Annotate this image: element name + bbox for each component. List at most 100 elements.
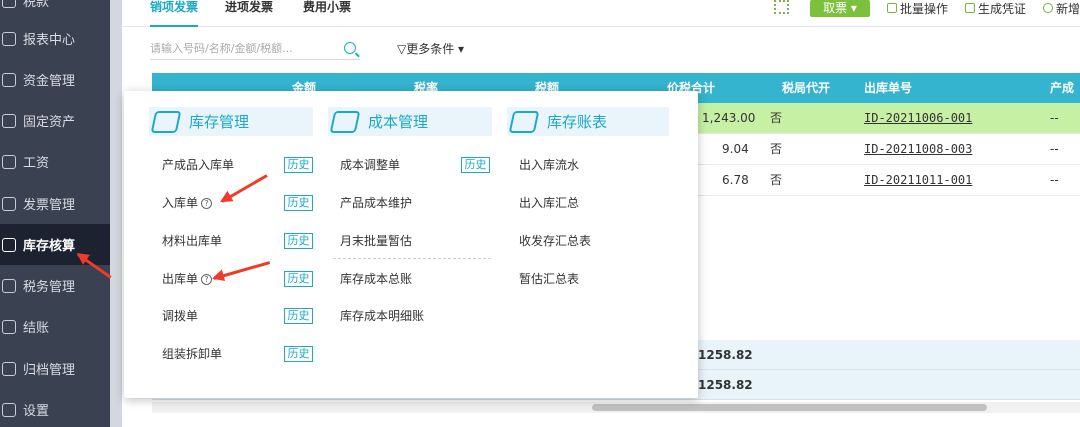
sidebar-item-label: 归档管理 bbox=[23, 363, 76, 378]
cell-product: -- bbox=[1050, 111, 1059, 125]
column-header-out-no[interactable]: 出库单号 bbox=[864, 73, 912, 103]
add-label: 新增 bbox=[1056, 1, 1080, 16]
fetch-ticket-button[interactable]: 取票 ▾ bbox=[810, 0, 870, 17]
menu-column-title: 库存账表 bbox=[547, 113, 608, 131]
out-no-link[interactable]: ID-20211008-003 bbox=[864, 134, 972, 165]
menu-item-cost-general-ledger[interactable]: 库存成本总账 bbox=[340, 271, 412, 287]
menu-item-inout-summary[interactable]: 出入库汇总 bbox=[519, 195, 579, 211]
sidebar-item-label: 发票管理 bbox=[23, 198, 76, 213]
cell-agent: 否 bbox=[770, 111, 783, 125]
sidebar-item-label: 库存核算 bbox=[23, 239, 76, 254]
menu-item-outbound[interactable]: 出库单? bbox=[162, 271, 213, 287]
qrcode-icon[interactable] bbox=[774, 0, 789, 14]
history-button[interactable]: 历史 bbox=[461, 157, 490, 173]
cell-total: 9.04 bbox=[722, 142, 749, 156]
menu-item-product-cost[interactable]: 产品成本维护 bbox=[340, 195, 412, 211]
menu-column-title: 库存管理 bbox=[189, 113, 250, 131]
column-header-agent[interactable]: 税局代开 bbox=[782, 73, 830, 103]
inventory-icon bbox=[150, 110, 182, 133]
tab-sales-invoice[interactable]: 销项发票 bbox=[150, 0, 199, 27]
report-icon bbox=[508, 110, 540, 133]
batch-operation-label: 批量操作 bbox=[900, 1, 949, 16]
wallet-icon bbox=[2, 154, 16, 169]
tax-icon bbox=[2, 278, 16, 293]
sidebar-item-closing[interactable]: 结账 bbox=[0, 306, 110, 347]
cell-total: 6.78 bbox=[722, 173, 749, 187]
sidebar-item-label: 税款 bbox=[23, 0, 50, 10]
warehouse-icon bbox=[2, 237, 16, 252]
voucher-icon bbox=[965, 3, 975, 13]
menu-column-cost-management: 成本管理 bbox=[328, 107, 492, 136]
tab-expense-receipt[interactable]: 费用小票 bbox=[303, 0, 351, 27]
cell-total: 1,243.00 bbox=[702, 111, 756, 125]
building-icon bbox=[2, 113, 16, 128]
menu-item-label: 入库单 bbox=[162, 196, 199, 210]
generate-voucher-button[interactable]: 生成凭证 bbox=[965, 0, 1026, 16]
help-icon[interactable]: ? bbox=[201, 198, 213, 209]
column-header-product[interactable]: 产成 bbox=[1050, 73, 1074, 103]
sidebar-item-inventory[interactable]: 库存核算 bbox=[0, 224, 110, 265]
sidebar-item-label: 报表中心 bbox=[23, 33, 76, 48]
sum-total: 1258.82 bbox=[698, 378, 753, 392]
money-icon bbox=[2, 72, 16, 87]
home-icon bbox=[2, 0, 16, 8]
invoice-icon bbox=[2, 196, 16, 211]
history-button[interactable]: 历史 bbox=[284, 233, 313, 249]
tab-purchase-invoice[interactable]: 进项发票 bbox=[225, 0, 273, 27]
sidebar-item-tax-management[interactable]: 税务管理 bbox=[0, 265, 110, 306]
inventory-menu-popup: 库存管理 产成品入库单 历史 入库单? 历史 材料出库单 历史 出库单? 历史 … bbox=[124, 91, 698, 398]
menu-item-estimate-summary[interactable]: 暂估汇总表 bbox=[519, 271, 579, 287]
sidebar-item-archive[interactable]: 归档管理 bbox=[0, 348, 110, 389]
menu-item-transfer[interactable]: 调拨单 bbox=[162, 308, 198, 324]
sidebar-item-label: 税务管理 bbox=[23, 280, 76, 295]
menu-item-cost-detail-ledger[interactable]: 库存成本明细账 bbox=[340, 308, 424, 324]
menu-item-assembly[interactable]: 组装拆卸单 bbox=[162, 346, 222, 362]
out-no-link[interactable]: ID-20211011-001 bbox=[864, 165, 972, 196]
search-input[interactable]: 请输入号码/名称/金额/税额... bbox=[150, 38, 360, 60]
menu-item-inbound[interactable]: 入库单? bbox=[162, 195, 213, 211]
sidebar-item-funds[interactable]: 资金管理 bbox=[0, 59, 110, 100]
sidebar-item-report-center[interactable]: 报表中心 bbox=[0, 18, 110, 59]
history-button[interactable]: 历史 bbox=[284, 308, 313, 324]
history-button[interactable]: 历史 bbox=[284, 157, 313, 173]
menu-column-title: 成本管理 bbox=[368, 113, 429, 131]
sidebar-item-salary[interactable]: 工资 bbox=[0, 141, 110, 182]
menu-item-finished-goods-inbound[interactable]: 产成品入库单 bbox=[162, 157, 234, 173]
menu-divider bbox=[333, 258, 491, 259]
cost-icon bbox=[329, 110, 361, 133]
chart-icon bbox=[2, 31, 16, 46]
cell-agent: 否 bbox=[770, 142, 783, 156]
lock-icon bbox=[2, 319, 16, 334]
menu-column-inventory-management: 库存管理 bbox=[149, 107, 313, 136]
more-filters-button[interactable]: ▽更多条件 ▾ bbox=[397, 40, 464, 57]
sidebar-item-invoice[interactable]: 发票管理 bbox=[0, 183, 110, 224]
history-button[interactable]: 历史 bbox=[284, 195, 313, 211]
add-button[interactable]: 新增 bbox=[1043, 0, 1080, 16]
out-no-link[interactable]: ID-20211006-001 bbox=[864, 103, 972, 134]
cell-agent: 否 bbox=[770, 173, 783, 187]
history-button[interactable]: 历史 bbox=[284, 271, 313, 287]
sidebar-item-settings[interactable]: 设置 bbox=[0, 389, 110, 427]
sidebar-item-label: 工资 bbox=[23, 156, 50, 171]
sidebar: 税款 报表中心 资金管理 固定资产 工资 发票管理 库存核算 税务管理 结账 归… bbox=[0, 0, 110, 427]
menu-item-stock-summary[interactable]: 收发存汇总表 bbox=[519, 233, 591, 249]
horizontal-scrollbar[interactable] bbox=[592, 404, 987, 411]
menu-item-inout-flow[interactable]: 出入库流水 bbox=[519, 157, 579, 173]
sidebar-item-fixed-assets[interactable]: 固定资产 bbox=[0, 100, 110, 141]
menu-item-month-end-estimate[interactable]: 月末批量暂估 bbox=[340, 233, 412, 249]
gear-icon bbox=[2, 402, 16, 417]
sidebar-divider bbox=[110, 0, 122, 427]
menu-item-label: 出库单 bbox=[162, 272, 199, 286]
plus-icon bbox=[1043, 3, 1053, 13]
history-button[interactable]: 历史 bbox=[284, 346, 313, 362]
sidebar-item-label: 固定资产 bbox=[23, 115, 76, 130]
search-icon[interactable] bbox=[344, 42, 356, 54]
filter-icon: ▽ bbox=[397, 42, 407, 56]
batch-icon bbox=[887, 3, 897, 13]
sidebar-item-label: 资金管理 bbox=[23, 74, 76, 89]
batch-operation-button[interactable]: 批量操作 bbox=[887, 0, 948, 16]
menu-column-inventory-reports: 库存账表 bbox=[507, 107, 669, 136]
menu-item-material-outbound[interactable]: 材料出库单 bbox=[162, 233, 222, 249]
menu-item-cost-adjustment[interactable]: 成本调整单 bbox=[340, 157, 400, 173]
cell-product: -- bbox=[1050, 173, 1059, 187]
